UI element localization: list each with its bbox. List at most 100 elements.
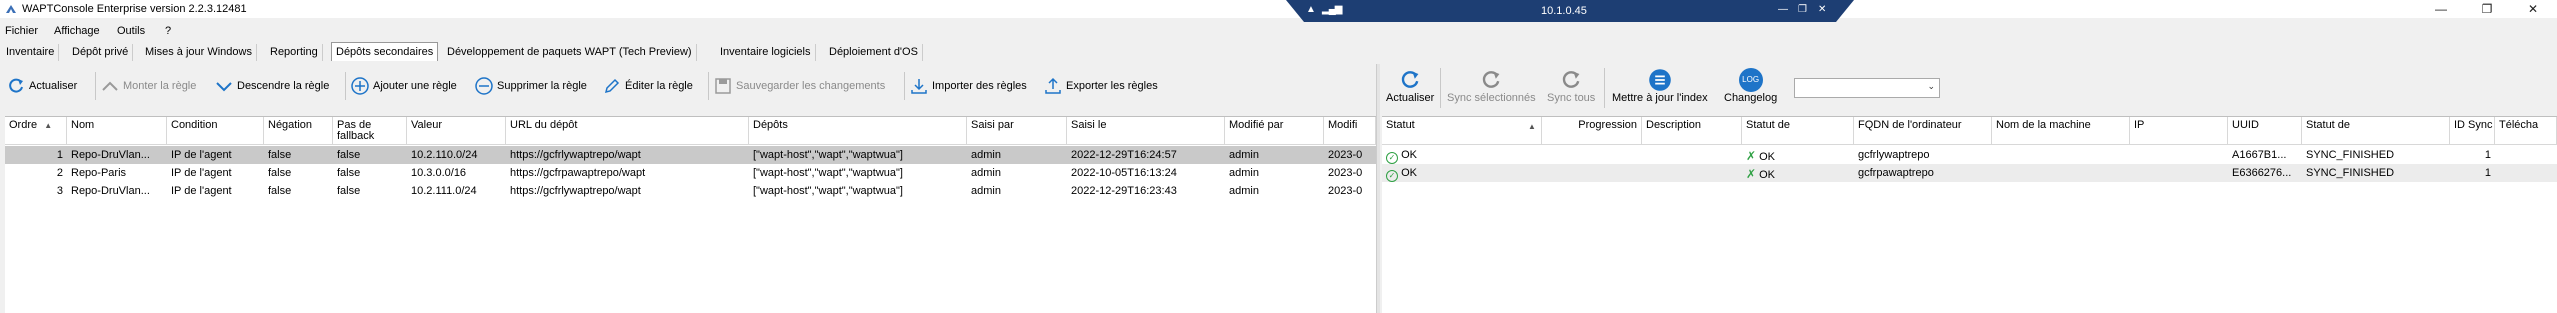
- column-header-pas-de-fallback[interactable]: Pas de fallback: [333, 117, 407, 145]
- column-header-description[interactable]: Description: [1642, 117, 1742, 145]
- table-row[interactable]: 1 Repo-DruVlan... IP de l'agent false fa…: [5, 146, 1376, 164]
- cell-modifie-le: 2023-0: [1328, 167, 1363, 179]
- cell-id-sync: 1: [2484, 167, 2491, 179]
- column-header-nom-machine[interactable]: Nom de la machine: [1992, 117, 2130, 145]
- refresh-icon: [1401, 71, 1419, 88]
- cell-url-du-depot: https://gcfrpawaptrepo/wapt: [510, 167, 646, 179]
- menu-affichage[interactable]: Affichage: [54, 25, 100, 37]
- changelog-icon: LOG: [1738, 68, 1763, 92]
- tab-depot-prive[interactable]: Dépôt privé: [68, 44, 134, 61]
- toolbar-separator: [708, 72, 709, 100]
- cell-statut-agent-text: OK: [1759, 169, 1776, 181]
- delete-rule-button[interactable]: Supprimer la règle: [474, 72, 587, 100]
- export-rules-button[interactable]: Exporter les règles: [1043, 72, 1158, 100]
- edit-rule-button[interactable]: Éditer la règle: [602, 72, 693, 100]
- table-row[interactable]: 3 Repo-DruVlan... IP de l'agent false fa…: [5, 182, 1376, 200]
- move-rule-up-button[interactable]: Monter la règle: [100, 72, 196, 100]
- chevron-down-icon: [216, 82, 232, 92]
- tab-inventaire-logiciels[interactable]: Inventaire logiciels: [716, 44, 816, 61]
- cell-depots: ["wapt-host","wapt","waptwua"]: [753, 149, 903, 161]
- table-row[interactable]: ✓ OK ✗ OK gcfrpawaptrepo E6366276... SYN…: [1382, 164, 2557, 182]
- maximize-button[interactable]: ❐: [2464, 0, 2510, 18]
- rdp-close-button[interactable]: ✕: [1818, 4, 1826, 15]
- cell-negation: false: [268, 185, 292, 197]
- cell-negation: false: [268, 167, 292, 179]
- column-header-telechargement[interactable]: Télécha: [2495, 117, 2557, 145]
- column-header-condition[interactable]: Condition: [167, 117, 264, 145]
- move-rule-up-label: Monter la règle: [123, 80, 197, 92]
- column-header-label: Ordre: [9, 119, 38, 131]
- rdp-minimize-button[interactable]: —: [1778, 4, 1788, 15]
- chevron-up-icon: [102, 81, 118, 91]
- cell-saisi-le: 2022-12-29T16:24:57: [1071, 149, 1177, 161]
- cell-statut: ✓ OK: [1382, 146, 1542, 164]
- column-header-nom[interactable]: Nom: [67, 117, 167, 145]
- cell-pas-de-fallback: false: [337, 167, 361, 179]
- column-header-id-sync[interactable]: ID Sync: [2450, 117, 2495, 145]
- refresh-repos-button[interactable]: Actualiser: [1386, 68, 1434, 104]
- cell-nom-machine: [1992, 164, 2130, 182]
- cell-depots: ["wapt-host","wapt","waptwua"]: [753, 167, 903, 179]
- column-header-statut-de-sync[interactable]: Statut de: [2302, 117, 2450, 145]
- rdp-restore-button[interactable]: ❐: [1798, 4, 1807, 15]
- cell-modifie-le: 2023-0: [1328, 149, 1363, 161]
- tab-reporting[interactable]: Reporting: [266, 44, 323, 61]
- cell-statut-text: OK: [1401, 167, 1417, 179]
- table-row[interactable]: ✓ OK ✗ OK gcfrlywaptrepo A1667B1... SYNC…: [1382, 146, 2557, 164]
- cell-negation: false: [268, 149, 292, 161]
- cell-depots: ["wapt-host","wapt","waptwua"]: [753, 185, 903, 197]
- rdp-connection-bar: ▲ ▂▄▆ 10.1.0.45 — ❐ ✕: [1286, 0, 1854, 22]
- close-button[interactable]: ✕: [2510, 0, 2556, 18]
- menu-outils[interactable]: Outils: [117, 25, 145, 37]
- tab-deploiement-os[interactable]: Déploiement d'OS: [825, 44, 923, 61]
- tab-developpement-paquets[interactable]: Développement de paquets WAPT (Tech Prev…: [443, 44, 697, 61]
- check-circle-icon: ✓: [1386, 152, 1398, 164]
- refresh-rules-button[interactable]: Actualiser: [6, 72, 77, 100]
- sync-all-button[interactable]: Sync tous: [1547, 68, 1595, 104]
- table-row[interactable]: 2 Repo-Paris IP de l'agent false false 1…: [5, 164, 1376, 182]
- toolbar-separator: [1604, 68, 1605, 108]
- column-header-statut[interactable]: Statut ▲: [1382, 117, 1542, 145]
- minimize-button[interactable]: —: [2418, 0, 2464, 18]
- column-header-saisi-le[interactable]: Saisi le: [1067, 117, 1225, 145]
- cell-valeur: 10.2.110.0/24: [411, 149, 478, 161]
- update-index-button[interactable]: Mettre à jour l'index: [1612, 68, 1708, 104]
- column-header-modifie-par[interactable]: Modifié par: [1225, 117, 1324, 145]
- tab-inventaire[interactable]: Inventaire: [2, 44, 60, 61]
- column-header-negation[interactable]: Négation: [264, 117, 333, 145]
- menu-help[interactable]: ?: [165, 25, 171, 37]
- column-header-ip[interactable]: IP: [2130, 117, 2228, 145]
- signal-icon: ▂▄▆: [1322, 4, 1342, 15]
- column-header-progression[interactable]: Progression: [1542, 117, 1642, 145]
- column-header-modifie-le[interactable]: Modifi: [1324, 117, 1376, 145]
- sync-all-label: Sync tous: [1547, 92, 1596, 104]
- cell-uuid: A1667B1...: [2232, 149, 2287, 161]
- cell-statut: ✓ OK: [1382, 164, 1542, 182]
- window-title: WAPTConsole Enterprise version 2.2.3.124…: [22, 3, 247, 15]
- column-header-url-du-depot[interactable]: URL du dépôt: [506, 117, 749, 145]
- column-header-uuid[interactable]: UUID: [2228, 117, 2302, 145]
- filter-combobox[interactable]: ⌄: [1794, 78, 1940, 98]
- changelog-button[interactable]: LOG Changelog: [1724, 68, 1777, 104]
- plug-icon: ✗: [1746, 149, 1757, 163]
- tab-depots-secondaires[interactable]: Dépôts secondaires: [331, 42, 439, 61]
- tab-mises-a-jour-windows[interactable]: Mises à jour Windows: [141, 44, 257, 61]
- column-header-fqdn[interactable]: FQDN de l'ordinateur: [1854, 117, 1992, 145]
- column-header-depots[interactable]: Dépôts: [749, 117, 967, 145]
- changelog-badge: LOG: [1742, 75, 1760, 84]
- import-rules-button[interactable]: Importer des règles: [909, 72, 1027, 100]
- sync-selected-button[interactable]: Sync sélectionnés: [1447, 68, 1536, 104]
- cell-statut-agent: ✗ OK: [1742, 146, 1854, 164]
- column-header-valeur[interactable]: Valeur: [407, 117, 506, 145]
- cell-statut-agent: ✗ OK: [1742, 164, 1854, 182]
- save-changes-button[interactable]: Sauvegarder les changements: [713, 72, 885, 100]
- move-rule-down-button[interactable]: Descendre la règle: [214, 72, 329, 100]
- column-header-statut-de-agent[interactable]: Statut de: [1742, 117, 1854, 145]
- add-rule-button[interactable]: Ajouter une règle: [350, 72, 457, 100]
- pin-icon[interactable]: ▲: [1306, 4, 1316, 15]
- column-header-ordre[interactable]: Ordre ▲: [5, 117, 67, 145]
- column-header-saisi-par[interactable]: Saisi par: [967, 117, 1067, 145]
- cell-condition: IP de l'agent: [171, 185, 232, 197]
- cell-description: [1642, 146, 1742, 164]
- menu-fichier[interactable]: Fichier: [5, 25, 38, 37]
